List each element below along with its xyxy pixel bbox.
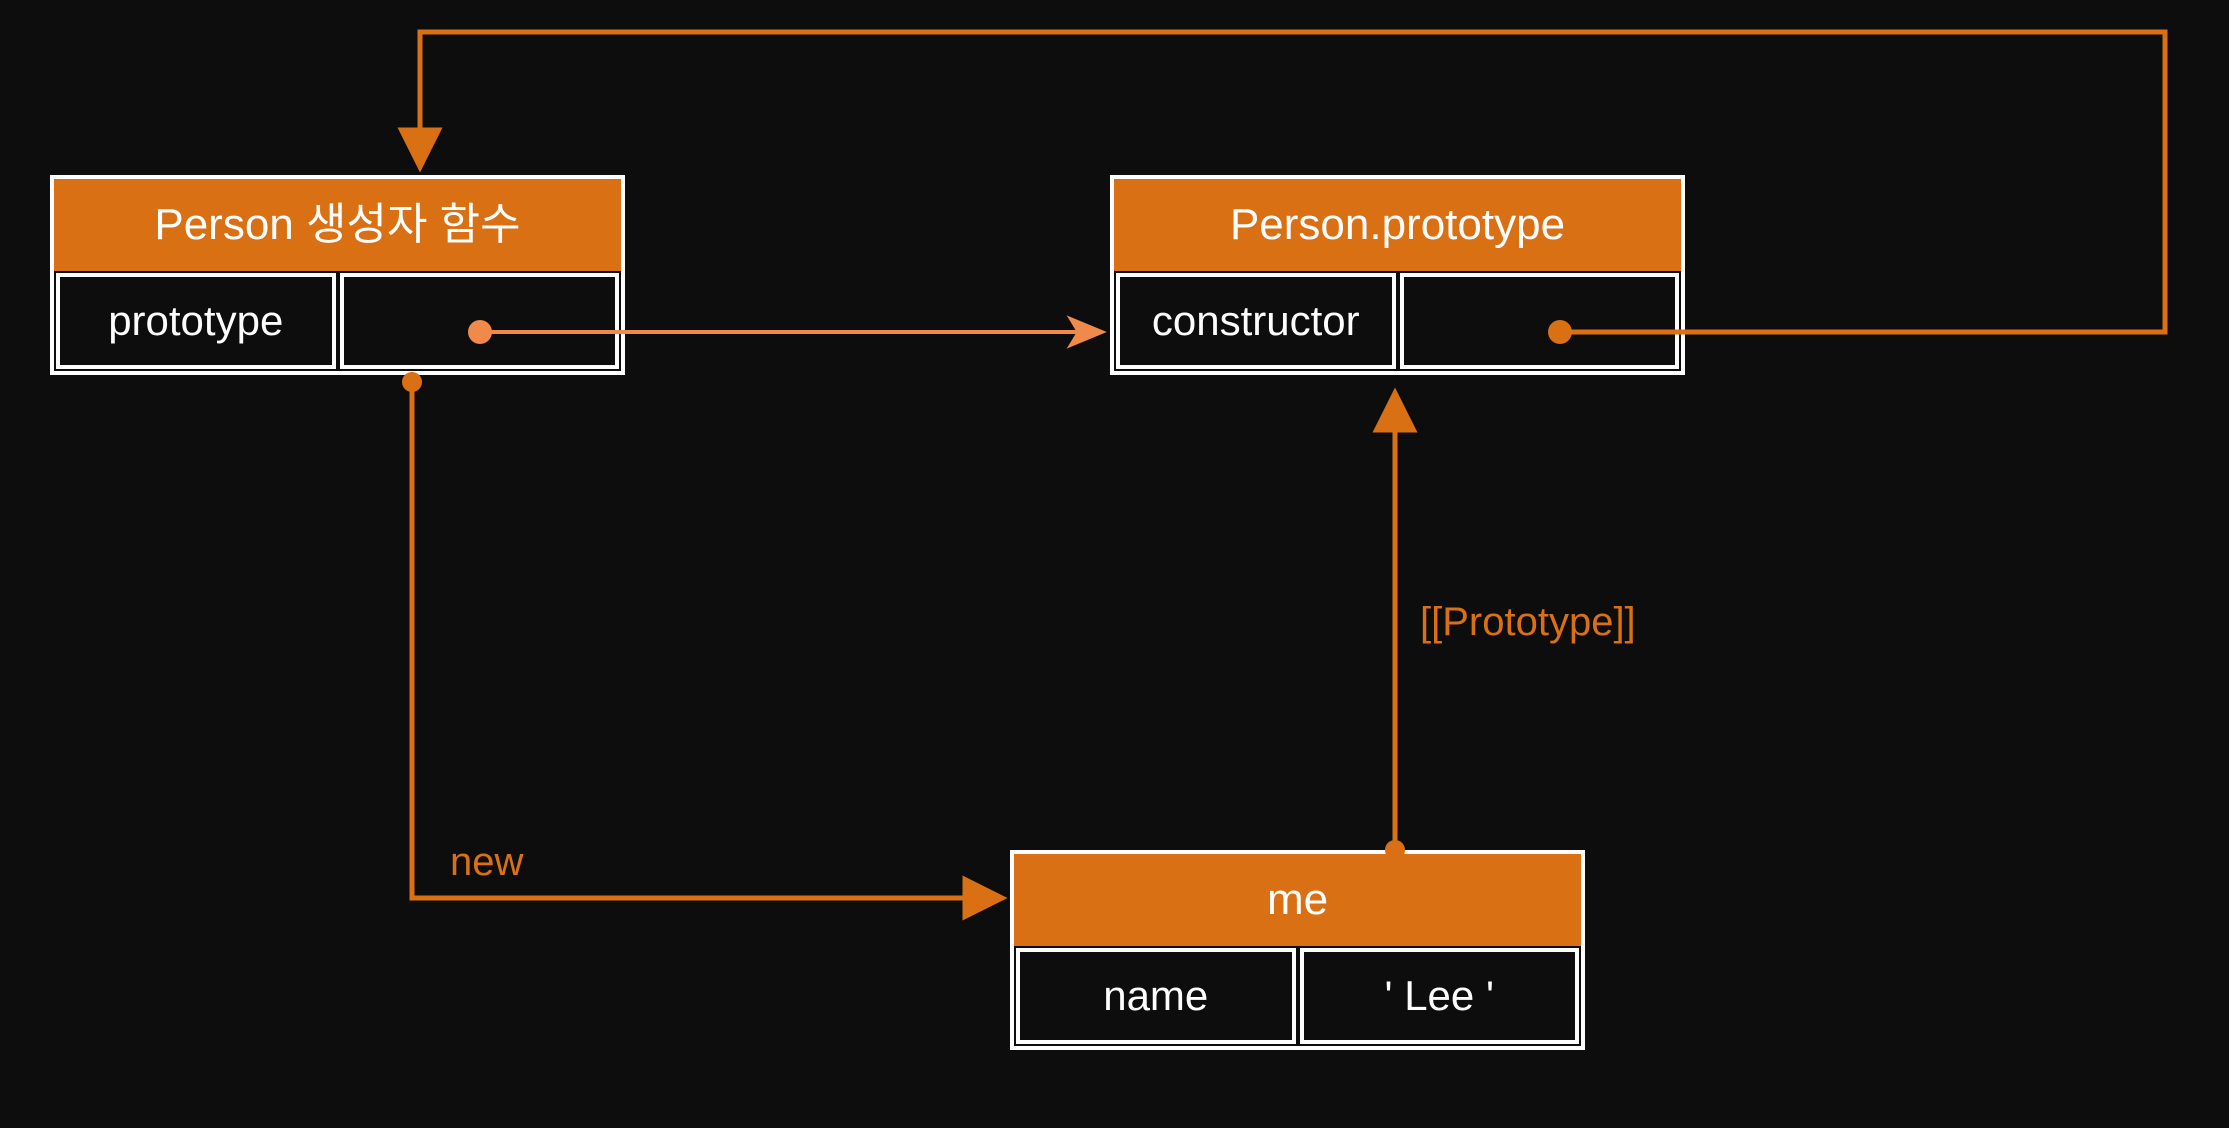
object-title: me <box>1014 854 1581 946</box>
diagram-canvas: Person 생성자 함수 prototype Person.prototype… <box>0 0 2229 1128</box>
object-property-row: prototype <box>54 271 621 371</box>
property-key: prototype <box>56 273 336 369</box>
property-key: constructor <box>1116 273 1396 369</box>
edge-label-new: new <box>450 840 523 885</box>
object-property-row: name ' Lee ' <box>1014 946 1581 1046</box>
property-value-pointer <box>340 273 620 369</box>
edge-label-prototype: [[Prototype]] <box>1420 600 1636 645</box>
object-title: Person 생성자 함수 <box>54 179 621 271</box>
object-title: Person.prototype <box>1114 179 1681 271</box>
property-value: ' Lee ' <box>1300 948 1580 1044</box>
object-person-constructor: Person 생성자 함수 prototype <box>50 175 625 375</box>
property-value-pointer <box>1400 273 1680 369</box>
object-me-instance: me name ' Lee ' <box>1010 850 1585 1050</box>
object-property-row: constructor <box>1114 271 1681 371</box>
arrow-new-to-me <box>412 382 1000 898</box>
object-person-prototype: Person.prototype constructor <box>1110 175 1685 375</box>
property-key: name <box>1016 948 1296 1044</box>
pointer-dot-icon <box>402 372 422 392</box>
